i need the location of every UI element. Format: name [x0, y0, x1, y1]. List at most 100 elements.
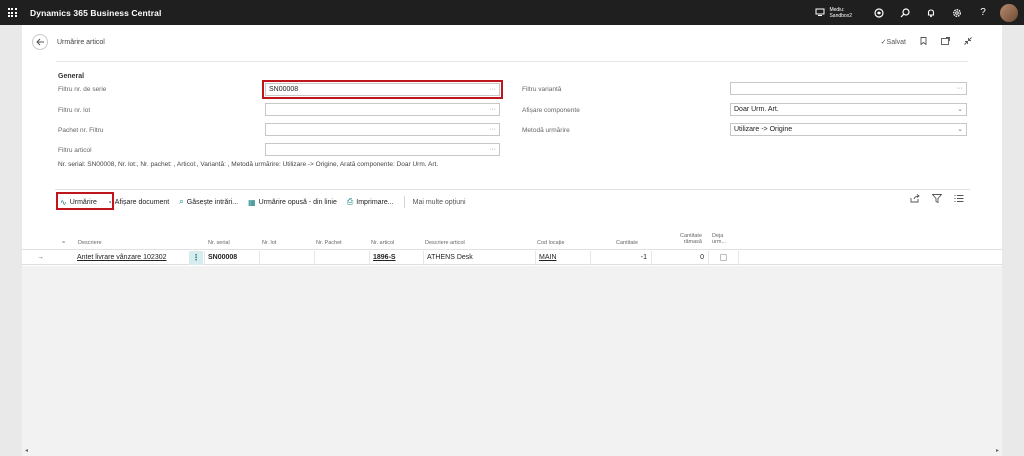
row-item-no-link[interactable]: 1896-S	[373, 254, 396, 261]
more-options-button[interactable]: Mai multe opțiuni	[413, 199, 466, 206]
search-icon[interactable]	[892, 0, 918, 25]
filter-icon[interactable]	[931, 194, 943, 205]
page-title: Urmărire articol	[57, 39, 105, 46]
column-header-quantity[interactable]: Cantitate	[616, 240, 638, 246]
trace-opposite-label: Urmărire opusă - din linie	[258, 198, 337, 206]
row-description[interactable]: Antet livrare vânzare 102302	[74, 251, 189, 265]
column-header-already-traced[interactable]: Deja urm...	[712, 233, 730, 245]
serial-filter-label: Filtru nr. de serie	[58, 86, 107, 93]
already-traced-checkbox[interactable]	[720, 253, 727, 261]
row-package	[314, 251, 369, 265]
collapse-icon[interactable]	[964, 37, 972, 47]
open-new-window-icon[interactable]	[941, 37, 950, 47]
show-components-value: Doar Urm. Art.	[734, 106, 779, 113]
row-already-traced	[708, 251, 738, 265]
action-bar-divider	[55, 189, 970, 190]
row-location-link[interactable]: MAIN	[539, 254, 557, 261]
lot-filter-input[interactable]: ···	[265, 103, 500, 116]
print-label: Imprimare...	[356, 198, 394, 206]
column-header-item-no[interactable]: Nr. articol	[371, 240, 394, 246]
waffle-icon[interactable]	[0, 0, 24, 25]
trace-opposite-button[interactable]: ▦ Urmărire opusă - din linie	[248, 198, 337, 207]
filter-summary: Nr. serial: SN00008, Nr. lot:, Nr. pache…	[58, 161, 439, 168]
lookup-icon[interactable]: ···	[489, 124, 496, 135]
gear-icon[interactable]	[944, 0, 970, 25]
environment-name: Sandbox2	[829, 12, 852, 19]
scroll-left-icon[interactable]: ◂	[25, 447, 28, 454]
row-location[interactable]: MAIN	[535, 251, 590, 265]
back-button[interactable]	[32, 34, 48, 50]
more-options-label: Mai multe opțiuni	[412, 198, 466, 206]
row-description-link[interactable]: Antet livrare vânzare 102302	[77, 254, 167, 261]
package-filter-input[interactable]: ···	[265, 123, 500, 136]
bookmark-icon[interactable]	[920, 37, 927, 47]
section-title-general: General	[58, 73, 85, 80]
find-entries-icon: ⌕	[179, 197, 184, 206]
show-document-button[interactable]: ◔ Afișare document	[107, 198, 169, 207]
row-item-no[interactable]: 1896-S	[369, 251, 423, 265]
column-header-serial[interactable]: Nr. serial	[208, 240, 230, 246]
share-icon[interactable]	[910, 194, 920, 205]
show-document-label: Afișare document	[114, 198, 170, 206]
chevron-down-icon: ⌄	[957, 126, 963, 133]
right-margin	[1002, 25, 1024, 456]
trace-method-value: Utilizare -> Origine	[734, 126, 793, 133]
header-divider	[56, 61, 968, 62]
grid-empty-area	[22, 266, 1002, 446]
left-margin	[0, 25, 22, 456]
show-components-label: Afișare componente	[522, 107, 580, 114]
trace-method-select[interactable]: Utilizare -> Origine ⌄	[730, 123, 967, 136]
item-tracing-page: Urmărire articol ✓Salvat General Filtru …	[22, 25, 1002, 456]
lookup-icon[interactable]: ···	[956, 83, 963, 94]
row-end-divider	[738, 251, 742, 265]
app-title[interactable]: Dynamics 365 Business Central	[30, 8, 161, 18]
find-entries-button[interactable]: ⌕ Găsește intrări...	[179, 197, 238, 207]
action-divider	[403, 196, 405, 208]
find-entries-label: Găsește intrări...	[186, 198, 239, 206]
column-header-location[interactable]: Cod locație	[537, 240, 565, 246]
lookup-icon[interactable]: ···	[489, 104, 496, 115]
column-header-package[interactable]: Nr. Pachet	[316, 240, 342, 246]
horizontal-scrollbar[interactable]: ◂ ▸	[22, 446, 1002, 456]
lot-filter-label: Filtru nr. lot	[58, 107, 91, 114]
package-filter-label: Pachet nr. Filtru	[58, 127, 104, 134]
row-item-description: ATHENS Desk	[423, 251, 535, 265]
row-quantity: -1	[590, 251, 651, 265]
column-header-item-description[interactable]: Descriere articol	[425, 240, 465, 246]
printer-icon: ⎙	[346, 197, 354, 206]
row-arrow-icon: →	[37, 254, 44, 261]
scroll-right-icon[interactable]: ▸	[996, 447, 999, 454]
collapse-all-icon[interactable]: ≈	[62, 240, 65, 246]
saved-label: Salvat	[886, 39, 906, 46]
row-serial: SN00008	[204, 251, 259, 265]
arrow-left-icon	[35, 38, 44, 46]
lookup-icon[interactable]: ···	[489, 144, 496, 155]
highlight-trace-button	[56, 192, 114, 210]
print-button[interactable]: ⎙ Imprimare...	[347, 197, 394, 207]
avatar[interactable]	[1000, 3, 1018, 22]
column-header-remaining[interactable]: Cantitate rămasă	[670, 233, 702, 245]
highlight-serial-filter	[262, 80, 503, 99]
row-actions-icon[interactable]: ⋮	[189, 251, 203, 265]
variant-filter-label: Filtru variantă	[522, 86, 562, 93]
trace-method-label: Metodă urmărire	[522, 127, 570, 134]
column-header-lot[interactable]: Nr. lot	[262, 240, 276, 246]
action-bar: ∿ Urmărire ◔ Afișare document ⌕ Găsește …	[58, 194, 476, 210]
help-icon[interactable]: ?	[970, 0, 996, 25]
show-components-select[interactable]: Doar Urm. Art. ⌄	[730, 103, 967, 116]
environment-icon	[815, 8, 825, 16]
environment-indicator[interactable]: Mediu: Sandbox2	[815, 7, 852, 19]
item-filter-label: Filtru articol	[58, 147, 92, 154]
saved-status: ✓Salvat	[881, 38, 906, 46]
variant-filter-input[interactable]: ···	[730, 82, 967, 95]
row-remaining: 0	[651, 251, 708, 265]
copilot-icon[interactable]	[866, 0, 892, 25]
item-filter-input[interactable]: ···	[265, 143, 500, 156]
app-bar: Dynamics 365 Business Central Mediu: San…	[0, 0, 1024, 25]
table-row[interactable]: → Antet livrare vânzare 102302 ⋮ SN00008…	[22, 251, 1002, 265]
list-view-icon[interactable]	[954, 194, 964, 205]
trace-opposite-icon: ▦	[248, 197, 256, 207]
column-header-description[interactable]: Descriere	[78, 240, 102, 246]
bell-icon[interactable]	[918, 0, 944, 25]
chevron-down-icon: ⌄	[957, 106, 963, 113]
